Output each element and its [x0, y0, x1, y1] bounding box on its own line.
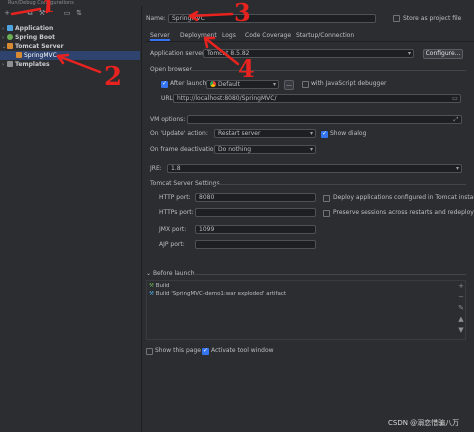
before-launch-list: ⚒ Build ⚒ Build 'SpringMVC-demo1:war exp… — [146, 280, 466, 340]
add-icon[interactable]: + — [3, 9, 11, 17]
build-icon: ⚒ — [149, 283, 156, 289]
copy-icon[interactable]: ⧉ — [26, 9, 34, 17]
tab-server[interactable]: Server — [150, 31, 170, 41]
list-item[interactable]: ⚒ Build 'SpringMVC-demo1:war exploded' a… — [149, 290, 286, 298]
spring-boot-icon — [7, 34, 13, 40]
https-port-field[interactable] — [195, 208, 316, 217]
show-dialog-label: Show dialog — [330, 130, 367, 137]
list-item-label: Build 'SpringMVC-demo1:war exploded' art… — [155, 291, 287, 297]
annotation-number-2: 2 — [104, 62, 123, 92]
tree-item-tomcat-server[interactable]: ⌄ Tomcat Server — [2, 42, 140, 51]
config-toolbar: + − ⧉ ⚒ ▭ ⇅ — [0, 9, 140, 19]
separator — [192, 274, 466, 275]
separator — [190, 70, 466, 71]
show-page-checkbox[interactable] — [146, 348, 153, 355]
list-item[interactable]: ⚒ Build — [149, 282, 170, 290]
chevron-down-icon: ⌄ — [146, 270, 153, 277]
tab-logs[interactable]: Logs — [222, 31, 236, 41]
activate-tool-window-label: Activate tool window — [211, 347, 274, 354]
after-launch-label: After launch — [170, 80, 207, 87]
separator — [214, 184, 466, 185]
tree-item-label: Templates — [15, 61, 50, 68]
folder-open-icon[interactable]: ▭ — [451, 95, 459, 103]
browser-value: Default — [218, 81, 240, 88]
tomcat-icon — [16, 52, 22, 58]
jre-label: JRE: — [150, 165, 162, 172]
app-server-label: Application server: — [150, 50, 207, 57]
preserve-sessions-checkbox[interactable] — [323, 210, 330, 217]
frame-deactivation-label: On frame deactivation: — [150, 146, 220, 153]
tab-deployment[interactable]: Deployment — [180, 31, 217, 41]
update-action-select[interactable]: Restart server — [214, 129, 316, 138]
move-up-icon[interactable]: ▲ — [457, 315, 465, 323]
show-dialog-checkbox[interactable] — [321, 130, 328, 138]
ajp-port-label: AJP port: — [159, 241, 185, 248]
tree-item-label: SpringMVC — [24, 52, 57, 59]
after-launch-checkbox[interactable] — [161, 80, 168, 88]
remove-icon[interactable]: − — [457, 293, 465, 301]
expand-icon[interactable]: ⤢ — [452, 116, 460, 124]
http-port-field[interactable]: 8080 — [195, 193, 316, 202]
watermark: CSDN @溺恋惜骗八万 — [388, 419, 460, 427]
vm-options-label: VM options: — [150, 116, 186, 123]
tree-item-spring-boot[interactable]: › Spring Boot — [2, 33, 140, 42]
js-debugger-label: with JavaScript debugger — [311, 80, 387, 87]
name-field[interactable]: SpringMVC — [168, 14, 376, 23]
https-port-label: HTTPs port: — [159, 209, 194, 216]
name-label: Name: — [146, 15, 166, 22]
update-action-label: On 'Update' action: — [150, 130, 208, 137]
tree-item-label: Application — [15, 25, 54, 32]
frame-deactivation-select[interactable]: Do nothing — [214, 145, 316, 154]
before-launch-header[interactable]: ⌄ Before launch — [146, 270, 195, 278]
annotation-number-4: 4 — [238, 54, 255, 83]
store-project-label: Store as project file — [403, 15, 462, 22]
before-launch-label: Before launch — [152, 270, 195, 277]
tomcat-icon — [7, 43, 13, 49]
folder-icon[interactable]: ▭ — [63, 9, 71, 17]
tab-bar: Server Deployment Logs Code Coverage Sta… — [145, 31, 474, 42]
wrench-icon — [7, 61, 13, 67]
list-item-label: Build — [155, 283, 170, 289]
tree-item-label: Tomcat Server — [15, 43, 64, 50]
tab-startup-connection[interactable]: Startup/Connection — [296, 31, 354, 41]
show-page-label: Show this page — [155, 347, 201, 354]
configure-button[interactable]: Configure... — [423, 49, 463, 59]
tree-item-springmvc[interactable]: SpringMVC — [0, 51, 140, 60]
tree-item-application[interactable]: › Application — [2, 24, 140, 33]
panel-divider[interactable] — [141, 6, 142, 432]
add-icon[interactable]: + — [457, 282, 465, 290]
move-down-icon[interactable]: ▼ — [457, 326, 465, 334]
tomcat-settings-label: Tomcat Server Settings — [150, 180, 220, 187]
application-icon — [7, 25, 13, 31]
deploy-apps-label: Deploy applications configured in Tomcat… — [333, 194, 474, 201]
artifact-icon: ⚒ — [149, 291, 156, 297]
vm-options-field[interactable] — [187, 115, 462, 124]
url-field[interactable]: http://localhost:8080/SpringMVC/ — [173, 94, 461, 103]
browser-more-button[interactable]: ... — [284, 80, 294, 90]
activate-tool-window-checkbox[interactable] — [202, 347, 209, 355]
store-project-checkbox[interactable] — [393, 15, 400, 22]
http-port-label: HTTP port: — [159, 194, 191, 201]
jre-select[interactable]: 1.8 — [167, 164, 462, 173]
app-server-select[interactable]: Tomcat 8.5.82 — [203, 49, 414, 58]
annotation-number-3: 3 — [234, 0, 251, 27]
ajp-port-field[interactable] — [195, 240, 316, 249]
sort-icon[interactable]: ⇅ — [75, 9, 83, 17]
remove-icon[interactable]: − — [13, 9, 21, 17]
open-browser-label: Open browser — [150, 66, 192, 73]
before-launch-tools: + − ✎ ▲ ▼ — [457, 282, 467, 342]
jmx-port-label: JMX port: — [159, 226, 187, 233]
deploy-apps-checkbox[interactable] — [323, 195, 330, 202]
tab-code-coverage[interactable]: Code Coverage — [245, 31, 291, 41]
tree-item-label: Spring Boot — [15, 34, 55, 41]
js-debugger-checkbox[interactable] — [302, 81, 309, 88]
chrome-icon — [210, 81, 216, 87]
annotation-number-1: 1 — [42, 0, 55, 17]
jmx-port-field[interactable]: 1099 — [195, 225, 316, 234]
edit-icon[interactable]: ✎ — [457, 304, 465, 312]
preserve-sessions-label: Preserve sessions across restarts and re… — [333, 209, 474, 216]
